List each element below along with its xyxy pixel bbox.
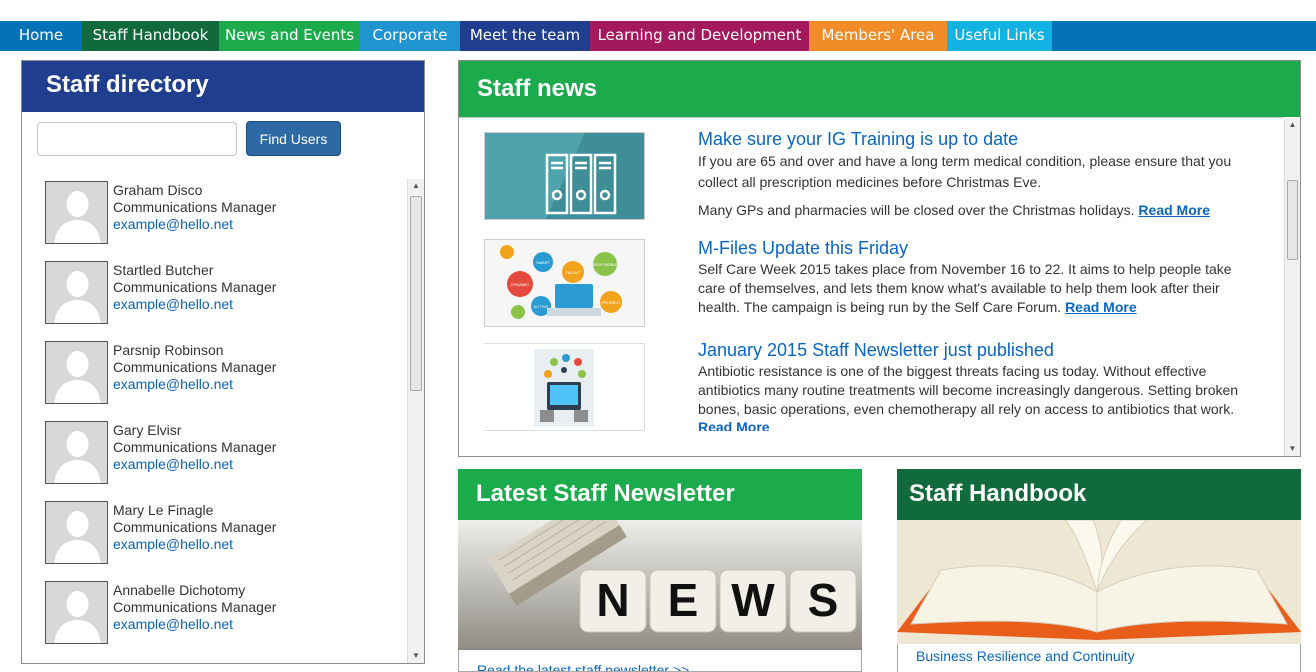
- person-silhouette-icon: [46, 582, 107, 643]
- news-title-link[interactable]: Make sure your IG Training is up to date: [698, 129, 1018, 150]
- person-email-link[interactable]: example@hello.net: [113, 216, 233, 232]
- person-role: Communications Manager: [113, 519, 277, 535]
- staff-directory-title: Staff directory: [22, 61, 424, 112]
- nav-useful-links[interactable]: Useful Links: [947, 21, 1052, 51]
- nav-news-and-events[interactable]: News and Events: [219, 21, 360, 51]
- read-more-link[interactable]: Read More: [698, 419, 770, 431]
- news-title-link[interactable]: January 2015 Staff Newsletter just publi…: [698, 340, 1054, 361]
- person-silhouette-icon: [46, 502, 107, 563]
- list-item: Parsnip Robinson Communications Manager …: [45, 341, 385, 405]
- scroll-thumb[interactable]: [1287, 180, 1298, 260]
- skill-label: PRUDENT: [601, 300, 621, 305]
- news-body: Self Care Week 2015 takes place from Nov…: [698, 260, 1258, 317]
- nav-staff-handbook[interactable]: Staff Handbook: [82, 21, 219, 51]
- news-body-text: Antibiotic resistance is one of the bigg…: [698, 363, 1239, 417]
- news-body-text: Many GPs and pharmacies will be closed o…: [698, 202, 1135, 218]
- person-silhouette-icon: [46, 342, 107, 403]
- newsletter-image[interactable]: N E W S: [458, 520, 862, 650]
- staff-directory-panel: Staff directory Find Users Graham Disco …: [21, 60, 425, 664]
- person-name: Graham Disco: [113, 182, 203, 198]
- person-silhouette-icon: [46, 422, 107, 483]
- news-image-tablet: [484, 343, 645, 431]
- skill-label: TALENT: [565, 270, 581, 275]
- read-more-link[interactable]: Read More: [1138, 202, 1210, 218]
- news-dice-letter: W: [731, 574, 775, 626]
- newsletter-link[interactable]: Read the latest staff newsletter >>: [458, 650, 862, 672]
- nav-learning-and-development[interactable]: Learning and Development: [590, 21, 809, 51]
- scroll-thumb[interactable]: [410, 196, 422, 391]
- open-book-illustration: [897, 520, 1301, 644]
- person-role: Communications Manager: [113, 359, 277, 375]
- skill-label: SMART: [536, 260, 550, 265]
- nav-meet-the-team[interactable]: Meet the team: [460, 21, 590, 51]
- nav-members-area[interactable]: Members' Area: [809, 21, 947, 51]
- list-item: Mary Le Finagle Communications Manager e…: [45, 501, 385, 565]
- person-role: Communications Manager: [113, 279, 277, 295]
- person-name: Startled Butcher: [113, 262, 214, 278]
- avatar: [45, 341, 108, 404]
- person-role: Communications Manager: [113, 439, 277, 455]
- person-name: Annabelle Dichotomy: [113, 582, 246, 598]
- list-item: Startled Butcher Communications Manager …: [45, 261, 385, 325]
- news-body: If you are 65 and over and have a long t…: [698, 153, 1232, 190]
- nav-corporate[interactable]: Corporate: [360, 21, 460, 51]
- news-body: Read More: [698, 417, 1258, 431]
- news-body: Many GPs and pharmacies will be closed o…: [698, 200, 1258, 221]
- list-item: Graham Disco Communications Manager exam…: [45, 181, 385, 245]
- skill-label: RESPONSIBLE: [593, 263, 618, 267]
- news-dice-illustration: N E W S: [458, 520, 862, 650]
- news-body: Antibiotic resistance is one of the bigg…: [698, 362, 1258, 419]
- person-email-link[interactable]: example@hello.net: [113, 616, 233, 632]
- avatar: [45, 181, 108, 244]
- top-navigation: Home Staff Handbook News and Events Corp…: [0, 21, 1316, 51]
- avatar: [45, 501, 108, 564]
- person-silhouette-icon: [46, 262, 107, 323]
- handbook-title: Staff Handbook: [897, 469, 1301, 520]
- scroll-down-icon[interactable]: ▼: [408, 649, 424, 663]
- avatar: [45, 261, 108, 324]
- list-item: Annabelle Dichotomy Communications Manag…: [45, 581, 385, 645]
- news-title-link[interactable]: M-Files Update this Friday: [698, 238, 908, 259]
- avatar: [45, 581, 108, 644]
- staff-news-title: Staff news: [459, 61, 1300, 117]
- staff-news-panel: Staff news Make sure your IG Training is…: [458, 60, 1301, 457]
- filing-binders-icon: [485, 133, 644, 219]
- news-image-skills: SMART TALENT RESPONSIBLE DYNAMIC ACTIVE …: [484, 239, 645, 327]
- skill-label: ACTIVE: [534, 304, 549, 309]
- person-email-link[interactable]: example@hello.net: [113, 376, 233, 392]
- directory-scrollbar[interactable]: ▲ ▼: [407, 179, 424, 663]
- person-role: Communications Manager: [113, 199, 277, 215]
- news-image-files: [484, 132, 645, 220]
- tablet-apps-illustration: [484, 344, 644, 430]
- person-name: Gary Elvisr: [113, 422, 182, 438]
- scroll-down-icon[interactable]: ▼: [1285, 442, 1300, 456]
- newsletter-title: Latest Staff Newsletter: [458, 469, 862, 520]
- person-email-link[interactable]: example@hello.net: [113, 536, 233, 552]
- business-resilience-link[interactable]: Business Resilience and Continuity: [916, 648, 1135, 664]
- news-dice-letter: S: [808, 574, 839, 626]
- person-email-link[interactable]: example@hello.net: [113, 456, 233, 472]
- skill-label: DYNAMIC: [511, 282, 530, 287]
- scroll-up-icon[interactable]: ▲: [408, 179, 424, 193]
- news-scrollbar[interactable]: ▲ ▼: [1284, 118, 1300, 456]
- scroll-up-icon[interactable]: ▲: [1285, 118, 1300, 132]
- skills-laptop-illustration: SMART TALENT RESPONSIBLE DYNAMIC ACTIVE …: [485, 240, 644, 326]
- avatar: [45, 421, 108, 484]
- handbook-image[interactable]: [897, 520, 1301, 644]
- read-more-link[interactable]: Read More: [1065, 299, 1137, 315]
- news-dice-letter: N: [596, 574, 629, 626]
- person-email-link[interactable]: example@hello.net: [113, 296, 233, 312]
- find-users-button[interactable]: Find Users: [246, 121, 341, 156]
- news-list: Make sure your IG Training is up to date…: [459, 117, 1284, 431]
- people-list: Graham Disco Communications Manager exam…: [23, 178, 407, 658]
- news-body-text: Self Care Week 2015 takes place from Nov…: [698, 261, 1232, 315]
- directory-search-input[interactable]: [37, 122, 237, 156]
- person-role: Communications Manager: [113, 599, 277, 615]
- person-name: Parsnip Robinson: [113, 342, 224, 358]
- person-name: Mary Le Finagle: [113, 502, 214, 518]
- nav-home[interactable]: Home: [0, 21, 82, 51]
- list-item: Gary Elvisr Communications Manager examp…: [45, 421, 385, 485]
- person-silhouette-icon: [46, 182, 107, 243]
- news-dice-letter: E: [668, 574, 699, 626]
